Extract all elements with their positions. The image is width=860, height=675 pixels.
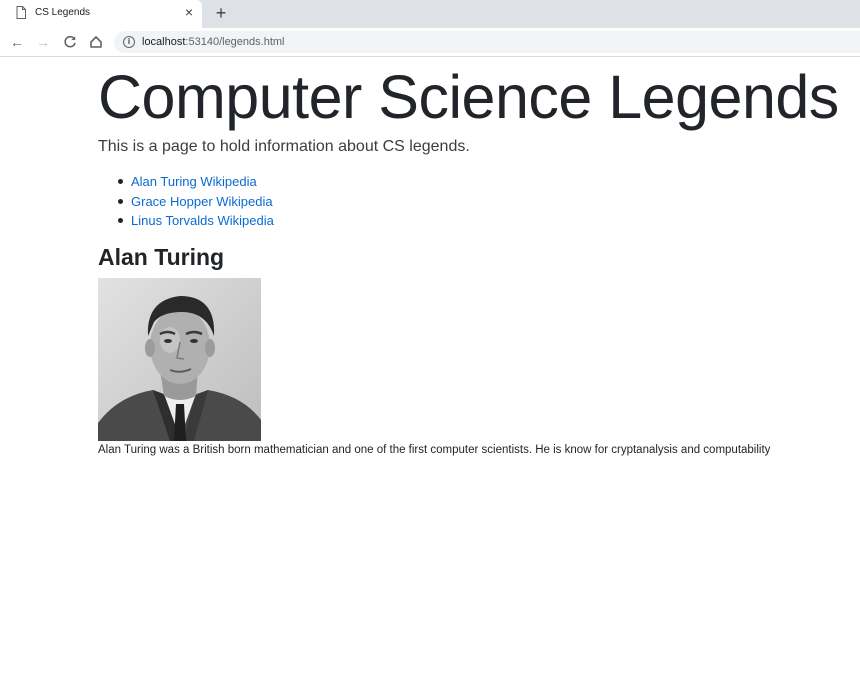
reload-icon[interactable] (62, 34, 78, 50)
browser-tab[interactable]: CS Legends × (0, 0, 202, 28)
list-item: Linus Torvalds Wikipedia (118, 211, 274, 231)
link-alan-turing[interactable]: Alan Turing Wikipedia (131, 174, 257, 189)
arrow-left-icon[interactable]: ← (9, 34, 25, 50)
info-icon[interactable]: i (123, 36, 135, 48)
page-icon (16, 6, 26, 19)
arrow-right-icon[interactable]: → (35, 34, 51, 50)
portrait-image (98, 278, 261, 441)
close-icon[interactable]: × (183, 5, 195, 19)
page-lead: This is a page to hold information about… (98, 138, 470, 155)
address-bar[interactable]: i localhost:53140/legends.html (114, 31, 860, 53)
plus-icon[interactable]: + (213, 3, 229, 23)
link-linus-torvalds[interactable]: Linus Torvalds Wikipedia (131, 213, 274, 228)
page-title: Computer Science Legends (98, 63, 839, 131)
tab-strip: CS Legends × + (0, 0, 860, 28)
link-grace-hopper[interactable]: Grace Hopper Wikipedia (131, 194, 273, 209)
url-host: localhost (142, 36, 186, 48)
bio-text: Alan Turing was a British born mathemati… (98, 444, 771, 456)
url-text[interactable]: localhost:53140/legends.html (142, 36, 285, 48)
section-heading: Alan Turing (98, 244, 225, 270)
legend-links: Alan Turing Wikipedia Grace Hopper Wikip… (98, 172, 274, 231)
url-path: :53140/legends.html (185, 36, 285, 48)
home-icon[interactable] (88, 34, 104, 50)
tab-title: CS Legends (35, 7, 91, 18)
list-item: Grace Hopper Wikipedia (118, 192, 274, 212)
list-item: Alan Turing Wikipedia (118, 172, 274, 192)
browser-toolbar: ← → i localhost:53140/legends.html (0, 28, 860, 57)
